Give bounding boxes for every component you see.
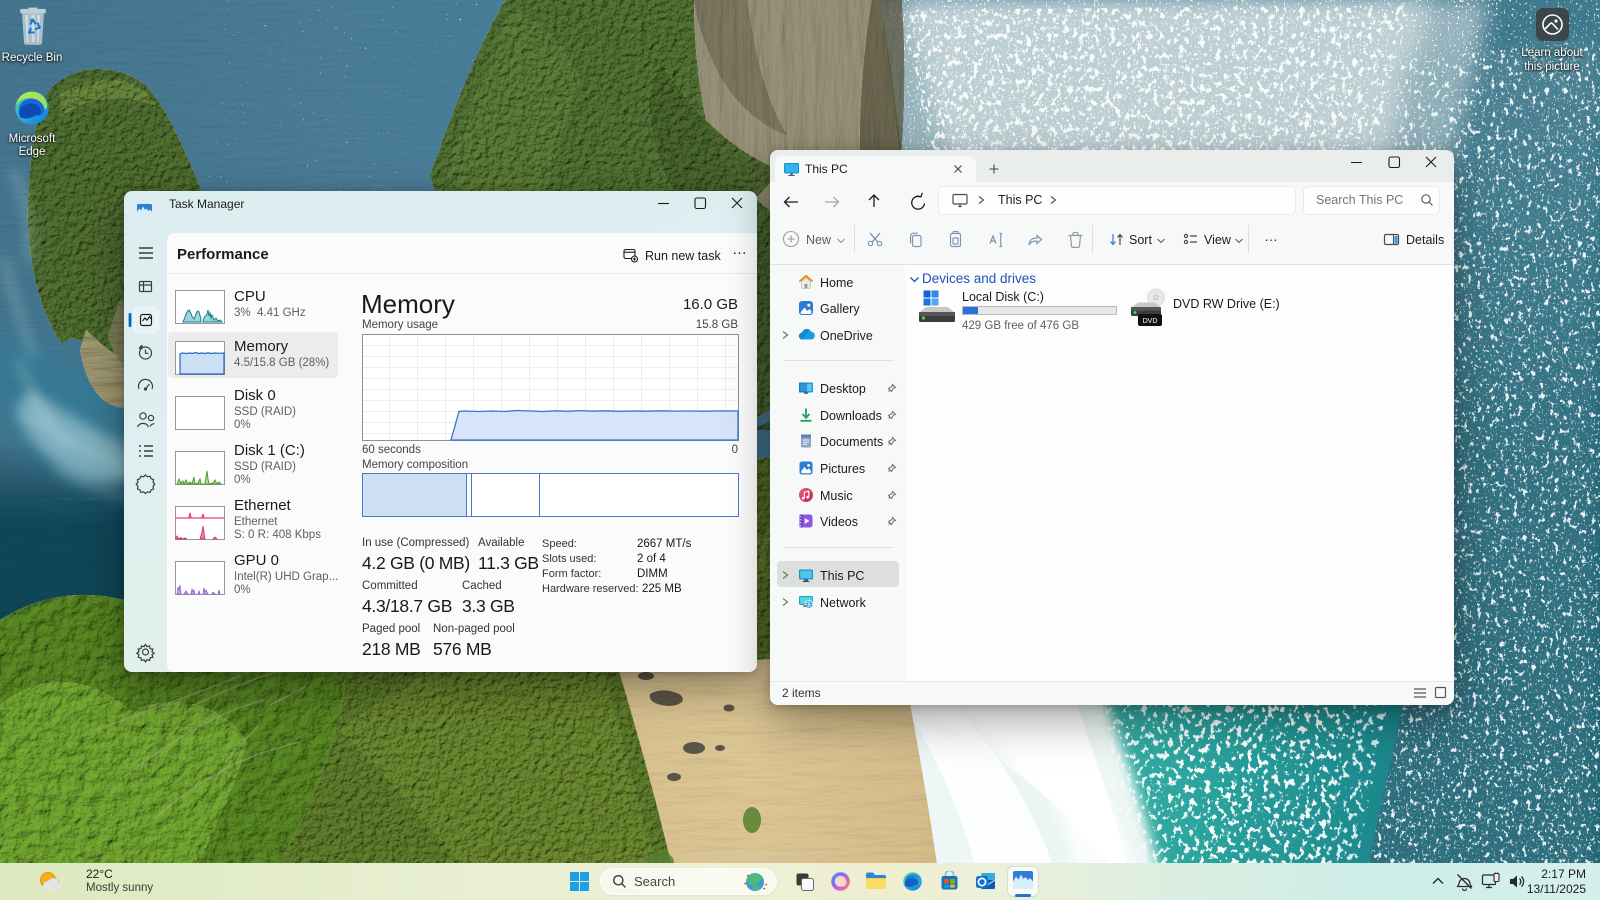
svg-text:DVD: DVD [1143,318,1158,325]
